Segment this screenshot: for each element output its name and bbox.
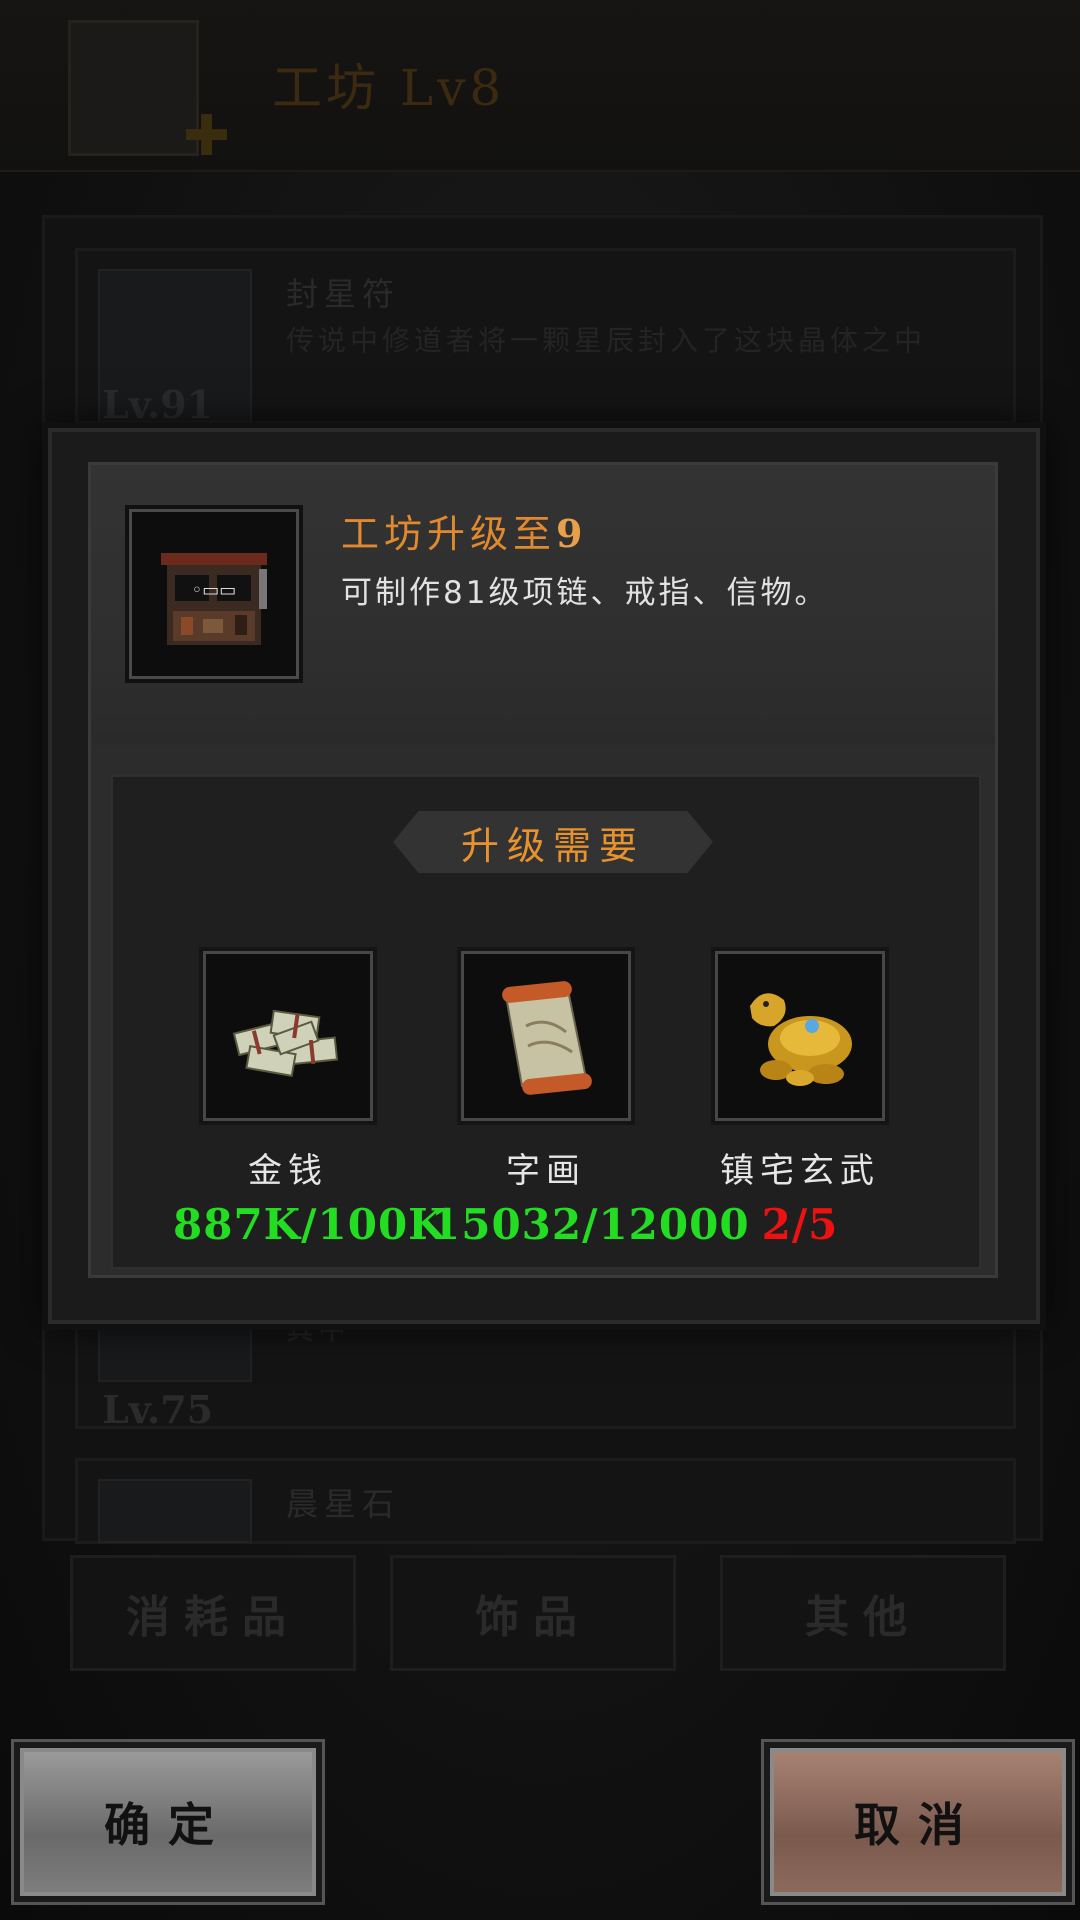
upgrade-title: 工坊升级至9 — [341, 503, 587, 558]
workshop-title: 工坊 Lv8 — [272, 48, 505, 120]
item-level: Lv.91 — [102, 382, 214, 427]
money-stack-icon — [199, 947, 377, 1125]
stone-icon — [98, 1479, 252, 1543]
requirement-name: 字画 — [506, 1151, 586, 1191]
item-level: Lv.75 — [102, 1387, 214, 1432]
upgrade-dialog-body: ◦▭▭ 工坊升级至9 可制作81级项链、戒指、信物。 升级需要 金钱 887K/… — [88, 462, 998, 1278]
upgrade-description: 可制作81级项链、戒指、信物。 — [341, 575, 829, 611]
requirement-money[interactable]: 金钱 887K/100K — [173, 947, 446, 1249]
workshop-building-icon: ◦▭▭ — [161, 553, 267, 645]
workshop-thumbnail: ◦▭▭ — [125, 505, 303, 683]
workshop-title-text: 工坊 — [272, 59, 380, 117]
upgrade-target-level: 9 — [556, 511, 588, 556]
requirements-panel: 升级需要 金钱 887K/100K 字画 15032/12000 镇宅玄武 2/… — [111, 775, 981, 1269]
tab-consumables[interactable]: 消耗品 — [70, 1555, 356, 1671]
requirement-name: 镇宅玄武 — [720, 1151, 880, 1191]
upgrade-dialog: ◦▭▭ 工坊升级至9 可制作81级项链、戒指、信物。 升级需要 金钱 887K/… — [48, 428, 1040, 1324]
svg-text:◦▭▭: ◦▭▭ — [192, 580, 237, 601]
item-name: 晨星石 — [286, 1485, 401, 1523]
confirm-button[interactable]: 确定 — [20, 1748, 316, 1896]
requirement-count: 887K/100K — [173, 1200, 446, 1249]
upgrade-title-text: 工坊升级至 — [341, 512, 557, 556]
requirement-scroll[interactable]: 字画 15032/12000 — [431, 947, 750, 1249]
requirements-label: 升级需要 — [393, 811, 713, 873]
dialog-header: ◦▭▭ 工坊升级至9 可制作81级项链、戒指、信物。 — [91, 465, 995, 745]
requirement-name: 金钱 — [248, 1151, 328, 1191]
golden-turtle-icon — [711, 947, 889, 1125]
tab-accessories[interactable]: 饰品 — [390, 1555, 676, 1671]
workshop-level: Lv8 — [399, 59, 506, 117]
category-tabs: 消耗品 饰品 其他 — [70, 1555, 1010, 1671]
requirement-golden-turtle[interactable]: 镇宅玄武 2/5 — [685, 947, 915, 1249]
item-name: 封星符 — [286, 275, 401, 313]
tab-other[interactable]: 其他 — [720, 1555, 1006, 1671]
list-item[interactable]: 晨星石 — [75, 1458, 1016, 1544]
item-desc: 传说中修道者将一颗星辰封入了这块晶体之中 — [286, 324, 927, 357]
workshop-thumbnail: ✚ — [68, 20, 230, 169]
cancel-button[interactable]: 取消 — [770, 1748, 1066, 1896]
requirement-count: 15032/12000 — [431, 1200, 750, 1249]
list-item[interactable]: Lv.91 封星符 传说中修道者将一颗星辰封入了这块晶体之中 — [75, 248, 1016, 427]
scroll-icon — [457, 947, 635, 1125]
workshop-header: ✚ 工坊 Lv8 — [0, 0, 1080, 172]
requirement-count: 2/5 — [761, 1200, 839, 1249]
plus-icon: ✚ — [183, 104, 230, 169]
